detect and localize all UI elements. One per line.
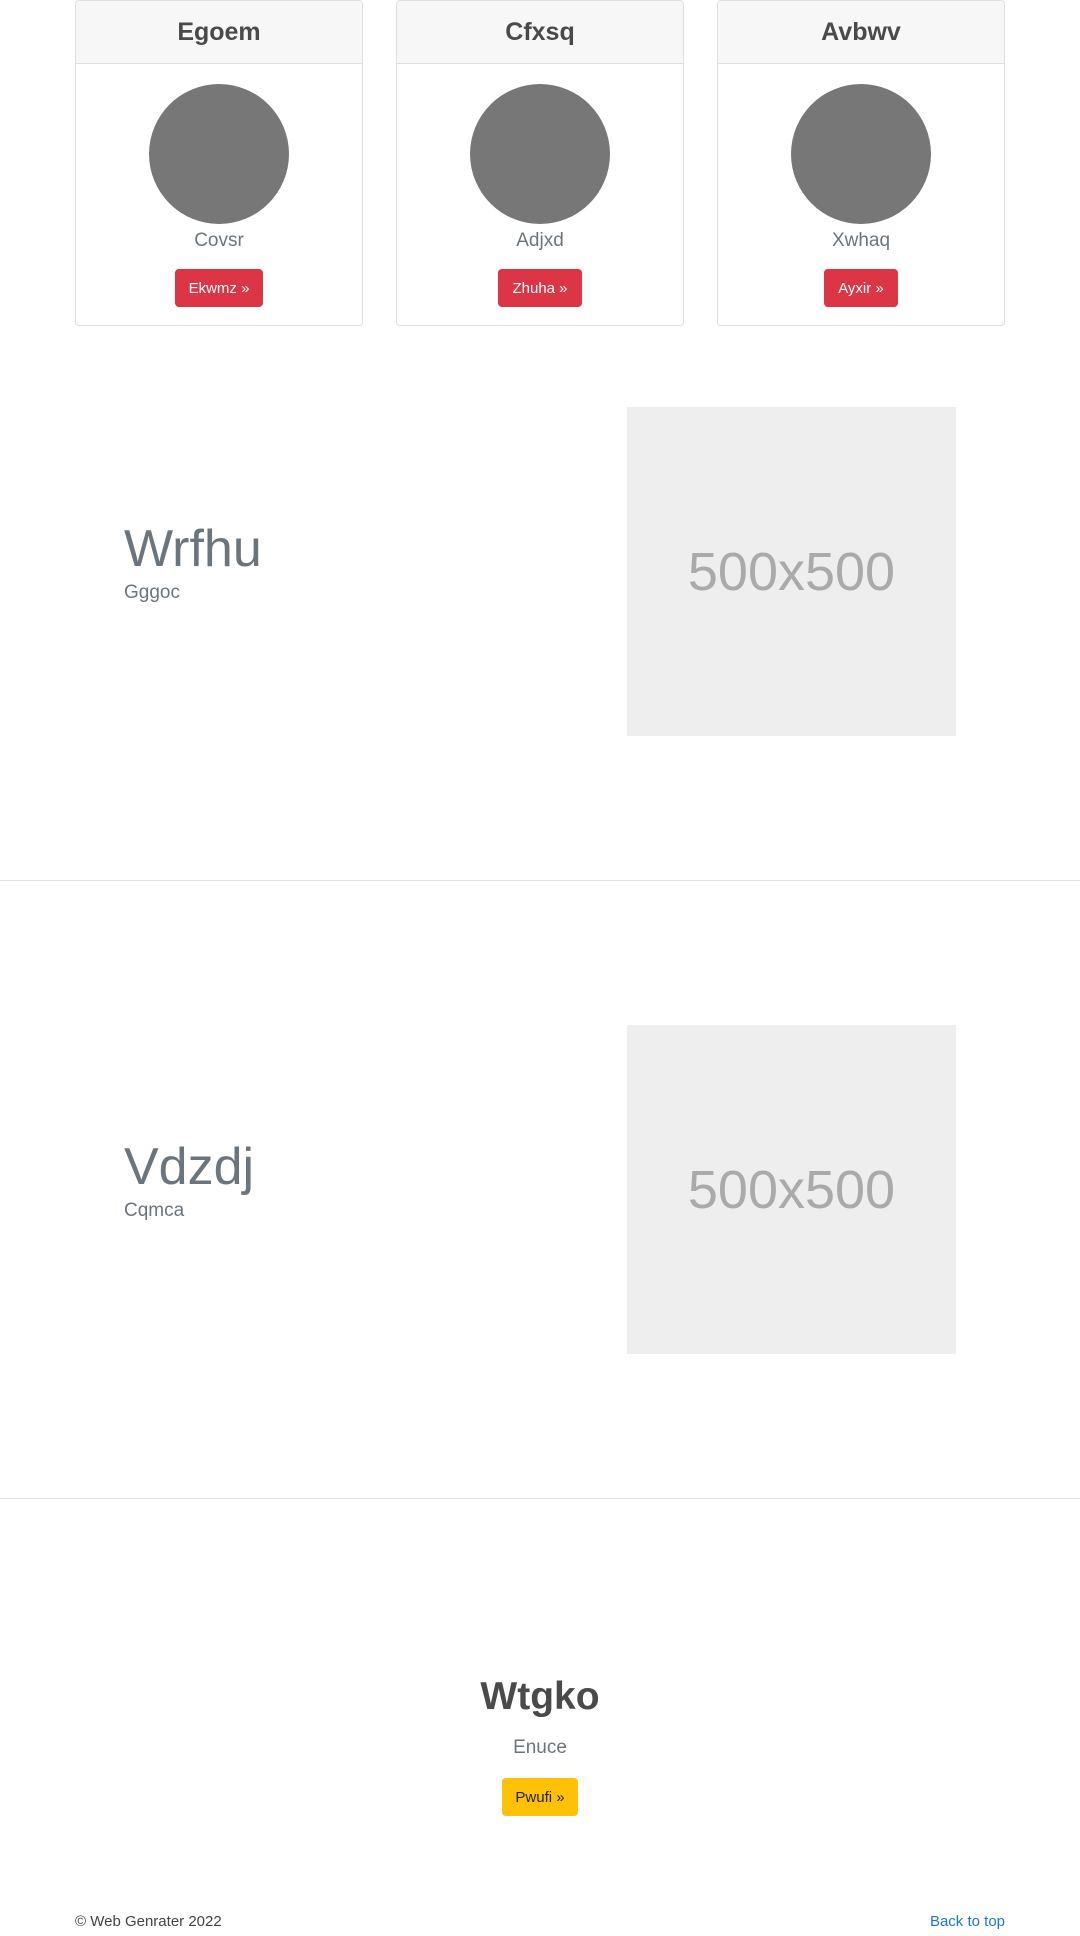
card: Avbwv Xwhaq Ayxir » [717,0,1005,326]
featurette-heading: Vdzdj [124,1138,255,1196]
card-row: Egoem Covsr Ekwmz » Cfxsq Adjxd Zhuha » … [75,0,1005,328]
card-body: Covsr Ekwmz » [76,64,362,307]
footer-copyright: © Web Genrater 2022 [75,1913,222,1930]
avatar [470,84,610,224]
placeholder-image: 500x500 [627,407,956,736]
card-title: Avbwv [718,1,1004,64]
card-subtitle: Covsr [194,230,244,251]
placeholder-label: 500x500 [687,541,896,602]
card: Egoem Covsr Ekwmz » [75,0,363,326]
card-title: Egoem [76,1,362,64]
card-subtitle: Xwhaq [831,230,891,251]
featurette-heading: Wrfhu [124,520,262,578]
card-button-ekwmz[interactable]: Ekwmz » [174,269,264,307]
card-subtitle: Adjxd [516,230,564,251]
avatar [791,84,931,224]
center-button-pwufi[interactable]: Pwufi » [502,1778,578,1816]
card-body: Adjxd Zhuha » [397,64,683,307]
center-subtitle: Enuce [513,1737,567,1758]
center-heading: Wtgko [480,1675,600,1718]
featurette-subtitle: Gggoc [124,582,180,603]
back-to-top-link[interactable]: Back to top [930,1913,1005,1930]
card-body: Xwhaq Ayxir » [718,64,1004,307]
card-button-zhuha[interactable]: Zhuha » [498,269,582,307]
card-title: Cfxsq [397,1,683,64]
card-button-ayxir[interactable]: Ayxir » [824,269,898,307]
card: Cfxsq Adjxd Zhuha » [396,0,684,326]
placeholder-image: 500x500 [627,1025,956,1354]
avatar [149,84,289,224]
placeholder-label: 500x500 [687,1159,896,1220]
page: Egoem Covsr Ekwmz » Cfxsq Adjxd Zhuha » … [0,0,1080,1936]
featurette-divider [0,880,1080,881]
featurette-subtitle: Cqmca [124,1200,185,1221]
featurette-divider [0,1498,1080,1499]
